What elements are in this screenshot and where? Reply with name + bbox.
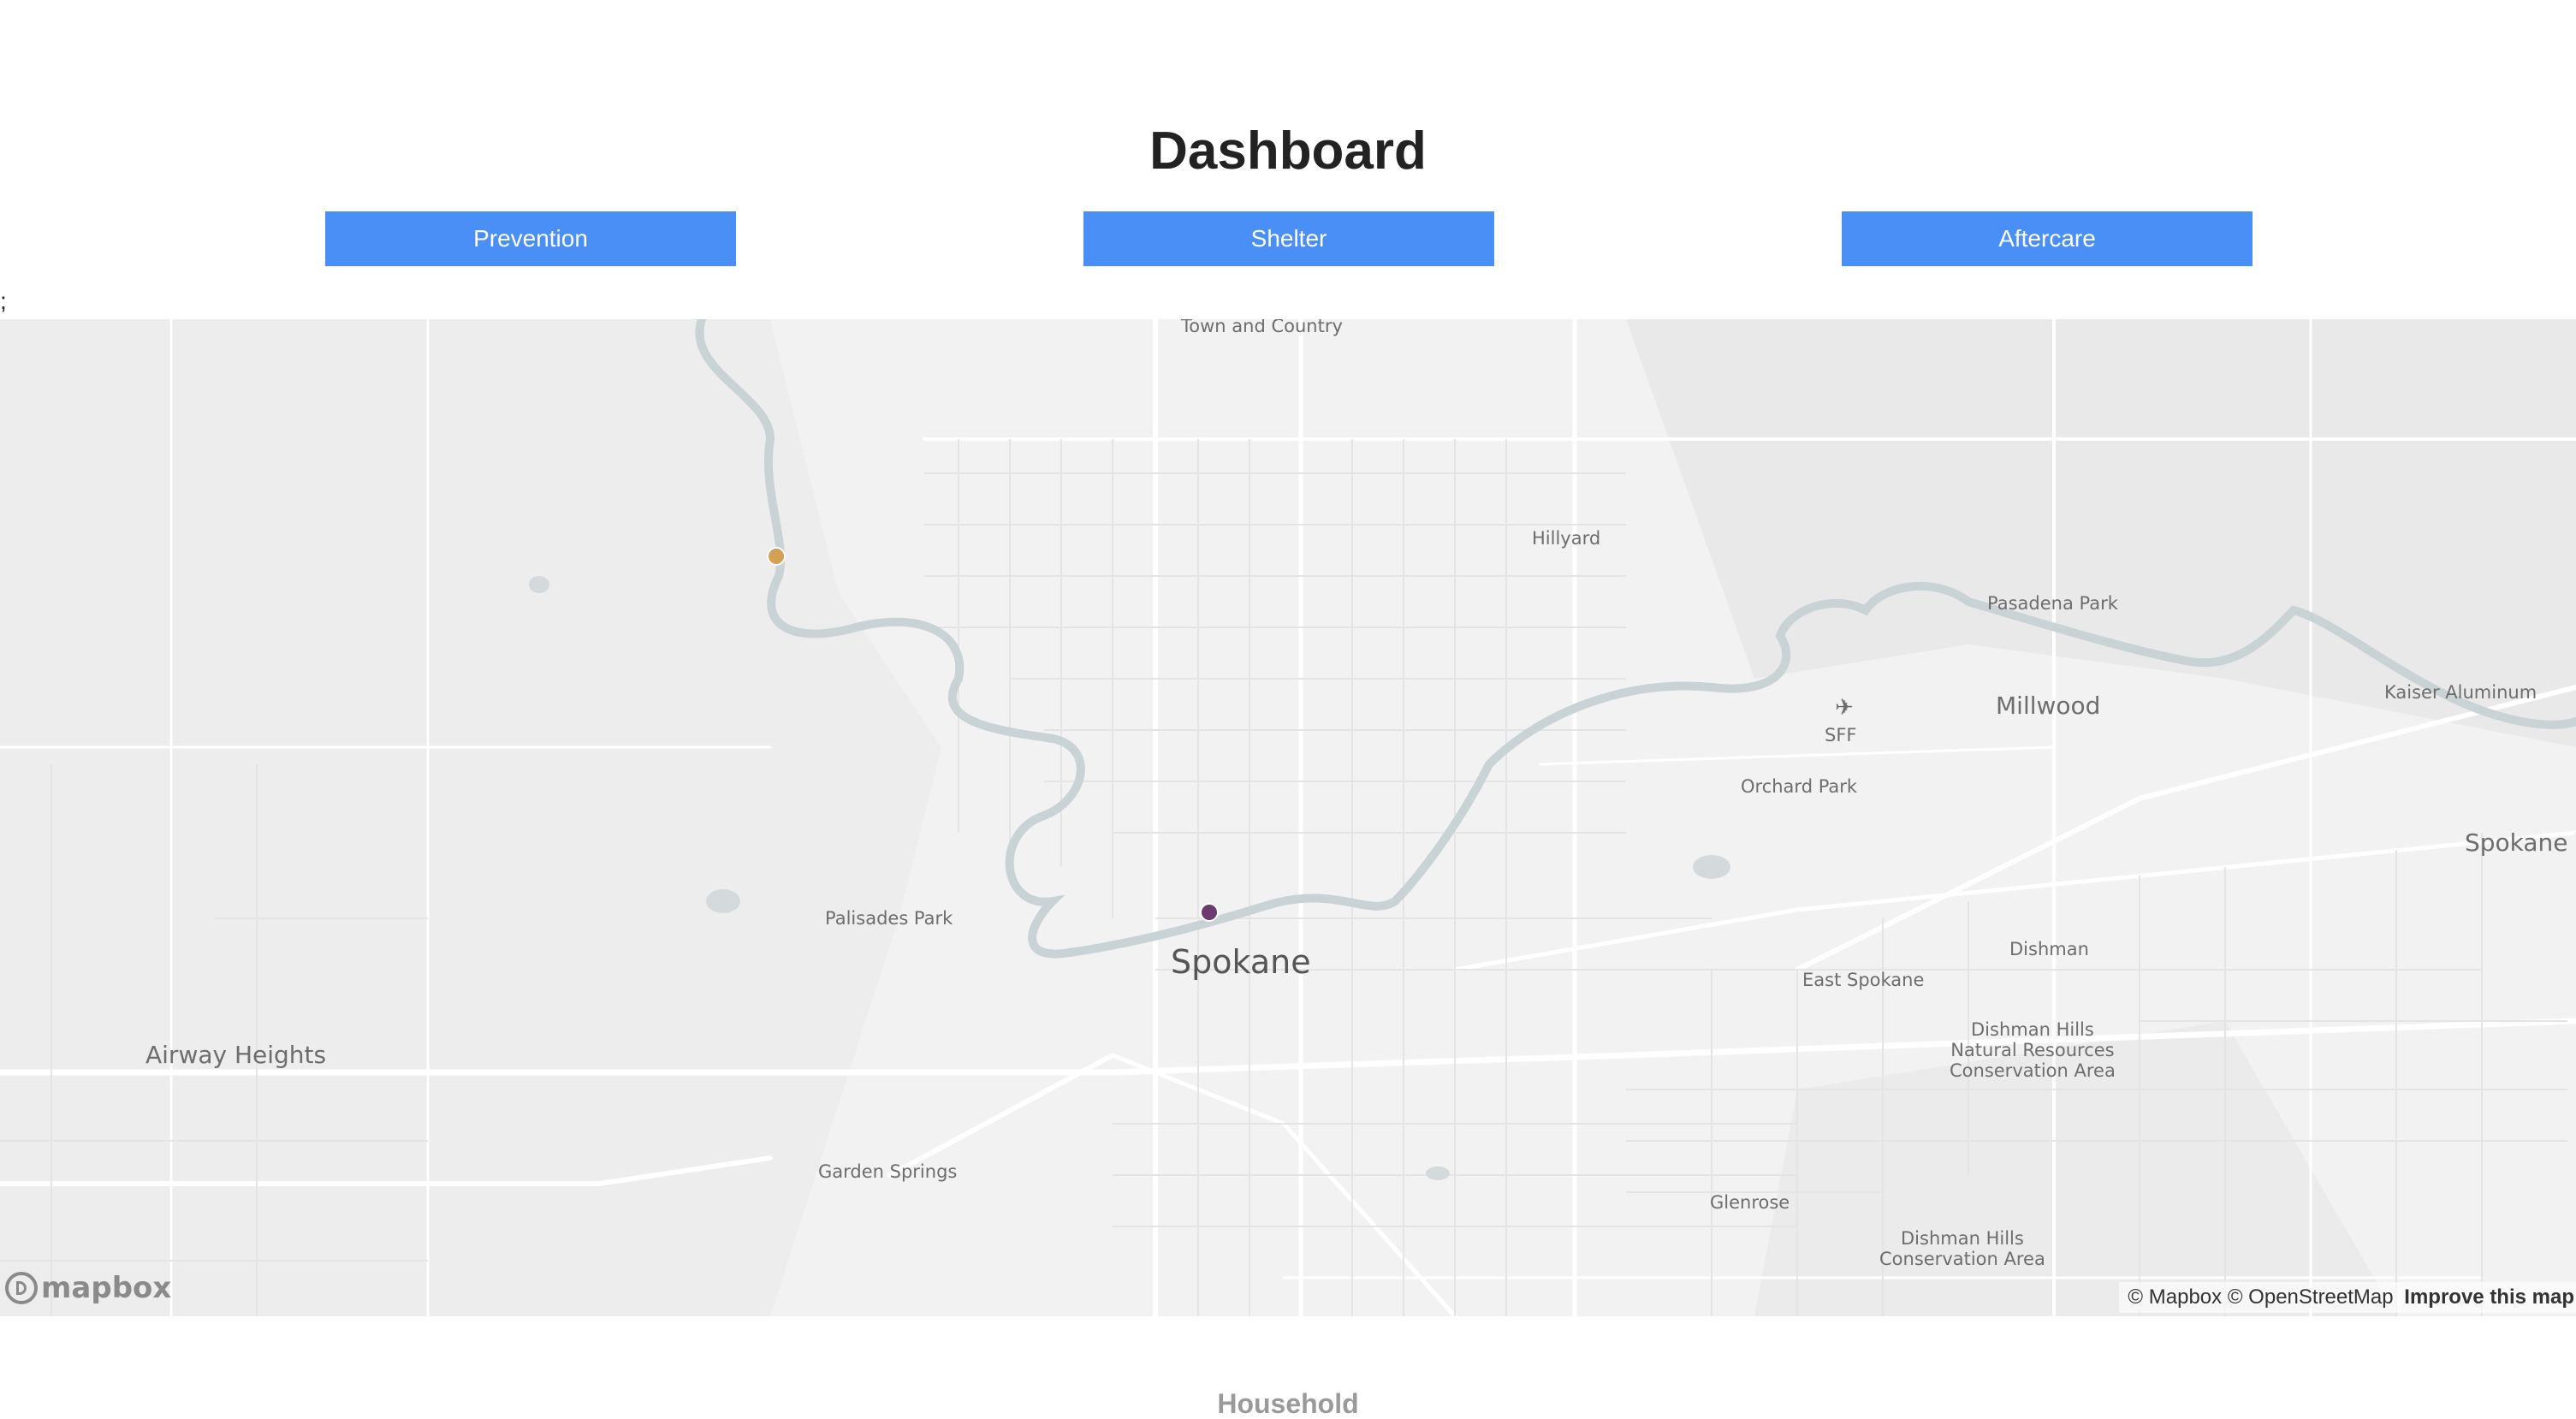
label-spokane-valley: Spokane V bbox=[2465, 828, 2576, 857]
airplane-icon: ✈ bbox=[1835, 695, 1854, 721]
attribution-osm-link[interactable]: © OpenStreetMap bbox=[2228, 1285, 2394, 1309]
map[interactable]: Town and Country Hillyard Pasadena Park … bbox=[0, 319, 2576, 1316]
stray-text: ; bbox=[0, 288, 7, 314]
label-millwood: Millwood bbox=[1996, 692, 2101, 720]
mapbox-logo[interactable]: mapbox bbox=[5, 1268, 171, 1308]
improve-map-link[interactable]: Improve this map bbox=[2404, 1285, 2574, 1309]
label-orchard-park: Orchard Park bbox=[1741, 776, 1858, 797]
prevention-button[interactable]: Prevention bbox=[325, 211, 736, 266]
label-dishman-hills-ca: Dishman Hills Conservation Area bbox=[1879, 1228, 2045, 1270]
label-garden-springs: Garden Springs bbox=[818, 1161, 958, 1182]
label-dishman-hills-nra: Dishman Hills Natural Resources Conserva… bbox=[1950, 1019, 2116, 1082]
label-kaiser-aluminum: Kaiser Aluminum bbox=[2384, 682, 2537, 703]
mapbox-logo-icon bbox=[5, 1272, 38, 1304]
aftercare-button[interactable]: Aftercare bbox=[1842, 211, 2253, 266]
label-pasadena-park: Pasadena Park bbox=[1987, 593, 2118, 614]
map-marker-prevention[interactable] bbox=[767, 547, 786, 566]
label-hillyard: Hillyard bbox=[1532, 528, 1601, 549]
map-base bbox=[0, 319, 2576, 1316]
label-sff: SFF bbox=[1825, 725, 1857, 745]
label-airway-heights: Airway Heights bbox=[145, 1041, 327, 1069]
label-spokane: Spokane bbox=[1171, 943, 1311, 981]
mapbox-logo-text: mapbox bbox=[41, 1271, 172, 1305]
label-palisades-park: Palisades Park bbox=[825, 908, 953, 929]
map-attribution: © Mapbox © OpenStreetMap Improve this ma… bbox=[2119, 1282, 2576, 1313]
shelter-button[interactable]: Shelter bbox=[1083, 211, 1494, 266]
label-dishman: Dishman bbox=[2009, 939, 2089, 959]
map-marker-shelter[interactable] bbox=[1200, 903, 1219, 922]
section-heading: Household bbox=[1217, 1388, 1359, 1419]
page-title: Dashboard bbox=[1149, 122, 1427, 181]
label-east-spokane: East Spokane bbox=[1802, 970, 1925, 990]
attribution-mapbox-link[interactable]: © Mapbox bbox=[2128, 1285, 2222, 1309]
label-town-and-country: Town and Country bbox=[1181, 319, 1343, 336]
label-glenrose: Glenrose bbox=[1710, 1192, 1790, 1213]
